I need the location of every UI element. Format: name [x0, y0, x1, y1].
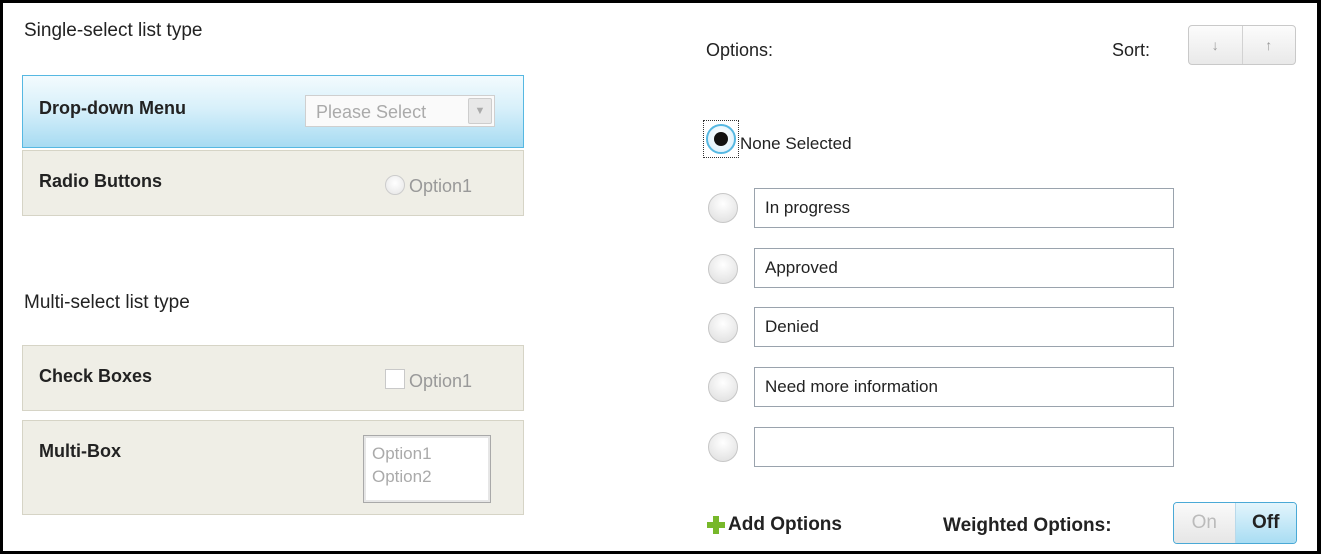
list-type-multibox-card[interactable]: Multi-Box Option1 Option2: [22, 420, 524, 515]
option-input-5[interactable]: [754, 427, 1174, 467]
option-radio-2[interactable]: [708, 254, 738, 284]
add-options-button[interactable]: Add Options: [706, 514, 842, 536]
dropdown-card-label: Drop-down Menu: [39, 98, 186, 118]
option-input-1[interactable]: [754, 188, 1174, 228]
add-options-label: Add Options: [728, 514, 842, 535]
multibox-preview: Option1 Option2: [363, 435, 491, 503]
plus-icon: [706, 515, 726, 535]
option-radio-5[interactable]: [708, 432, 738, 462]
option-input-3[interactable]: [754, 307, 1174, 347]
sort-down-button[interactable]: ↓: [1189, 26, 1242, 64]
sort-label: Sort:: [1112, 40, 1151, 60]
option-radio-4[interactable]: [708, 372, 738, 402]
option-radio-1[interactable]: [708, 193, 738, 223]
radio-preview-option: Option1: [409, 176, 473, 196]
toggle-off-button[interactable]: Off: [1235, 503, 1296, 543]
multi-select-heading: Multi-select list type: [24, 292, 190, 313]
weighted-options-toggle: On Off: [1173, 502, 1297, 544]
checkbox-card-label: Check Boxes: [39, 366, 153, 386]
list-type-checkbox-card[interactable]: Check Boxes Option1: [22, 345, 524, 411]
weighted-options-label: Weighted Options:: [943, 515, 1112, 536]
options-label: Options:: [706, 40, 774, 60]
sort-up-button[interactable]: ↑: [1241, 26, 1296, 64]
option-input-4[interactable]: [754, 367, 1174, 407]
radio-card-label: Radio Buttons: [39, 171, 162, 191]
dropdown-preview-text: Please Select: [316, 102, 427, 122]
multibox-option: Option2: [372, 467, 432, 486]
checkbox-preview-icon: [385, 369, 405, 389]
none-selected-label: None Selected: [740, 134, 852, 153]
radio-preview-icon: [385, 175, 405, 195]
dropdown-preview: Please Select ▼: [305, 95, 495, 127]
radio-dot-icon: [714, 132, 728, 146]
single-select-heading: Single-select list type: [24, 20, 203, 41]
toggle-on-button[interactable]: On: [1174, 503, 1236, 543]
multibox-option: Option1: [372, 444, 432, 463]
checkbox-preview-option: Option1: [409, 371, 473, 391]
sort-button-group: ↓ ↑: [1188, 25, 1296, 65]
option-radio-3[interactable]: [708, 313, 738, 343]
option-radio-none[interactable]: [706, 124, 736, 154]
chevron-down-icon: ▼: [468, 98, 492, 124]
option-input-2[interactable]: [754, 248, 1174, 288]
list-type-dropdown-card[interactable]: Drop-down Menu Please Select ▼: [22, 75, 524, 148]
list-type-radio-card[interactable]: Radio Buttons Option1: [22, 150, 524, 216]
multibox-card-label: Multi-Box: [39, 441, 121, 461]
